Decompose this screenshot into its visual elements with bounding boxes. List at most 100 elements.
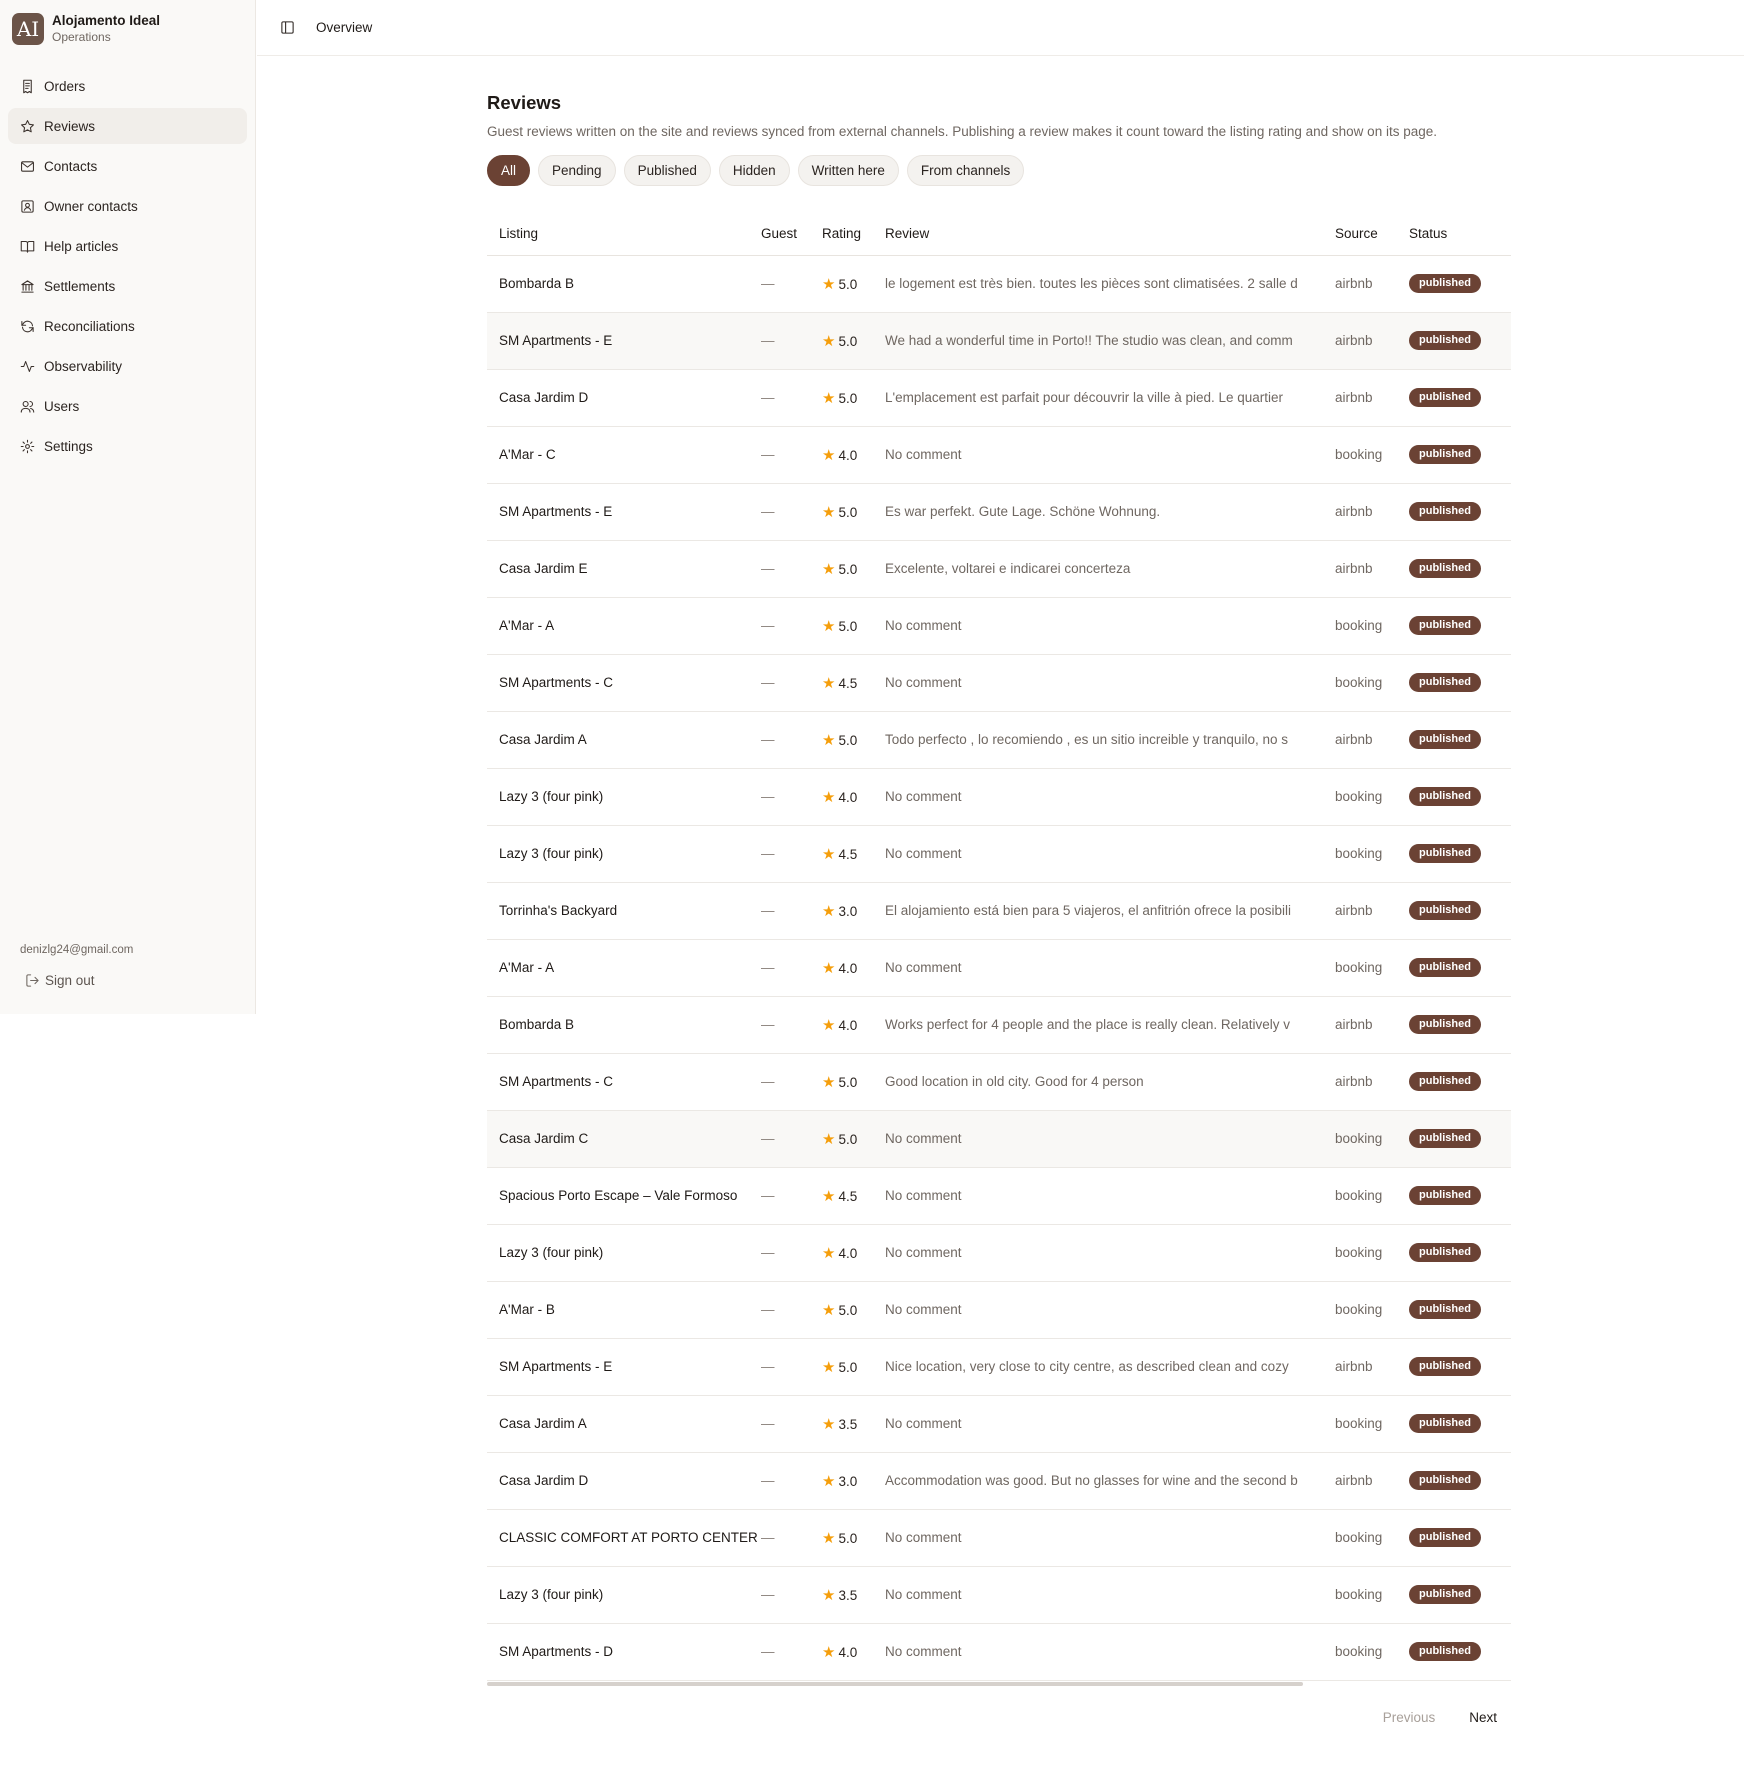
table-row[interactable]: SM Apartments - C — ★ 4.5 No comment booking p… [487,654,1511,712]
cell-rating: ★ 5.0 [822,1281,885,1339]
table-row[interactable]: Casa Jardim A — ★ 3.5 No comment booking publi… [487,1395,1511,1453]
status-badge: published [1409,445,1481,464]
filter-pending[interactable]: Pending [538,155,616,186]
table-row[interactable]: Casa Jardim A — ★ 5.0 Todo perfecto , lo rec… [487,711,1511,769]
table-row[interactable]: CLASSIC COMFORT AT PORTO CENTER — ★ 5.0 No c… [487,1509,1511,1567]
table-row[interactable]: SM Apartments - E — ★ 5.0 Es war perfekt. Gu… [487,483,1511,541]
cell-review: No comment [885,1167,1335,1225]
sidebar-item-contacts[interactable]: Contacts [8,148,247,184]
cell-review: No comment [885,597,1335,655]
brand-logo: AI [12,13,44,45]
table-row[interactable]: Casa Jardim D — ★ 3.0 Accommodation was good… [487,1452,1511,1510]
horizontal-scrollbar[interactable] [487,1681,1303,1686]
sidebar-item-orders[interactable]: Orders [8,68,247,104]
table-row[interactable]: A'Mar - A — ★ 4.0 No comment booking published [487,939,1511,997]
status-badge: published [1409,1642,1481,1661]
cell-source: airbnb [1335,882,1409,940]
star-icon: ★ [822,1016,836,1034]
cell-review: No comment [885,1566,1335,1624]
sidebar-item-settings[interactable]: Settings [8,428,247,464]
table-row[interactable]: Lazy 3 (four pink) — ★ 4.0 No comment booking… [487,1224,1511,1282]
star-icon: ★ [822,1244,836,1262]
filter-from-channels[interactable]: From channels [906,155,1025,186]
cell-status: published [1409,1110,1511,1168]
star-icon: ★ [822,446,836,464]
table-row[interactable]: Spacious Porto Escape – Vale Formoso — ★ 4.… [487,1167,1511,1225]
table-row[interactable]: Casa Jardim C — ★ 5.0 No comment booking publi… [487,1110,1511,1168]
cell-listing: SM Apartments - E [487,312,761,370]
previous-page-button[interactable]: Previous [1383,1710,1436,1725]
column-header-guest[interactable]: Guest [761,212,822,256]
table-row[interactable]: Casa Jardim E — ★ 5.0 Excelente, voltarei e … [487,540,1511,598]
filter-hidden[interactable]: Hidden [718,155,790,186]
sidebar-item-settlements[interactable]: Settlements [8,268,247,304]
table-row[interactable]: Lazy 3 (four pink) — ★ 4.5 No comment booking… [487,825,1511,883]
sidebar-item-label: Observability [44,358,123,374]
cell-rating: ★ 4.5 [822,1167,885,1225]
cell-guest: — [761,540,822,598]
cell-guest: — [761,1110,822,1168]
cell-rating: ★ 5.0 [822,1110,885,1168]
next-page-button[interactable]: Next [1469,1710,1497,1725]
cell-source: airbnb [1335,1452,1409,1510]
rating-value: 5.0 [838,732,858,748]
cell-source: airbnb [1335,483,1409,541]
cell-review: El alojamiento está bien para 5 viajeros… [885,882,1335,940]
table-row[interactable]: SM Apartments - E — ★ 5.0 We had a wonderful… [487,312,1511,370]
cell-guest: — [761,369,822,427]
star-icon: ★ [822,503,836,521]
cell-review: No comment [885,426,1335,484]
cell-listing: Spacious Porto Escape – Vale Formoso [487,1167,761,1225]
activity-icon [20,360,35,372]
cell-listing: Casa Jardim D [487,1452,761,1510]
sidebar-item-label: Reviews [44,118,96,134]
table-row[interactable]: A'Mar - C — ★ 4.0 No comment booking published [487,426,1511,484]
status-badge: published [1409,1585,1481,1604]
table-row[interactable]: Bombarda B — ★ 4.0 Works perfect for 4 peopl… [487,996,1511,1054]
sign-out-button[interactable]: Sign out [25,973,95,988]
table-row[interactable]: Torrinha's Backyard — ★ 3.0 El alojamiento e… [487,882,1511,940]
sidebar-item-users[interactable]: Users [8,388,247,424]
table-row[interactable]: SM Apartments - E — ★ 5.0 Nice location, ver… [487,1338,1511,1396]
status-badge: published [1409,1072,1481,1091]
filter-all[interactable]: All [487,155,531,186]
column-header-status[interactable]: Status [1409,212,1511,256]
column-header-review[interactable]: Review [885,212,1335,256]
sidebar-toggle-button[interactable] [277,18,297,38]
sidebar-item-reviews[interactable]: Reviews [8,108,247,144]
sidebar-item-label: Users [44,398,80,414]
cell-status: published [1409,654,1511,712]
sidebar-item-observability[interactable]: Observability [8,348,247,384]
table-row[interactable]: A'Mar - B — ★ 5.0 No comment booking published [487,1281,1511,1339]
cell-review: Todo perfecto , lo recomiendo , es un si… [885,711,1335,769]
cell-listing: Lazy 3 (four pink) [487,825,761,883]
table-row[interactable]: SM Apartments - C — ★ 5.0 Good location in o… [487,1053,1511,1111]
rating-value: 3.5 [838,1416,858,1432]
cell-listing: A'Mar - B [487,1281,761,1339]
status-badge: published [1409,274,1481,293]
table-row[interactable]: Lazy 3 (four pink) — ★ 3.5 No comment booking… [487,1566,1511,1624]
brand[interactable]: AI Alojamento Ideal Operations [12,13,160,45]
cell-review: No comment [885,939,1335,997]
sidebar: AI Alojamento Ideal Operations Orders Re… [0,0,256,1014]
sidebar-item-owner-contacts[interactable]: Owner contacts [8,188,247,224]
table-row[interactable]: A'Mar - A — ★ 5.0 No comment booking published [487,597,1511,655]
rating-value: 5.0 [838,1074,858,1090]
cell-source: airbnb [1335,996,1409,1054]
cell-review: No comment [885,1623,1335,1681]
sidebar-item-reconciliations[interactable]: Reconciliations [8,308,247,344]
cell-listing: Lazy 3 (four pink) [487,1224,761,1282]
column-header-rating[interactable]: Rating [822,212,885,256]
column-header-listing[interactable]: Listing [487,212,761,256]
table-row[interactable]: SM Apartments - D — ★ 4.0 No comment booking p… [487,1623,1511,1681]
sidebar-item-help-articles[interactable]: Help articles [8,228,247,264]
table-row[interactable]: Bombarda B — ★ 5.0 le logement est très bien… [487,255,1511,313]
cell-source: booking [1335,597,1409,655]
table-row[interactable]: Lazy 3 (four pink) — ★ 4.0 No comment booking… [487,768,1511,826]
column-header-source[interactable]: Source [1335,212,1409,256]
filter-written-here[interactable]: Written here [797,155,899,186]
table-row[interactable]: Casa Jardim D — ★ 5.0 L'emplacement est parf… [487,369,1511,427]
star-icon: ★ [822,1130,836,1148]
filter-published[interactable]: Published [623,155,711,186]
cell-rating: ★ 5.0 [822,1509,885,1567]
